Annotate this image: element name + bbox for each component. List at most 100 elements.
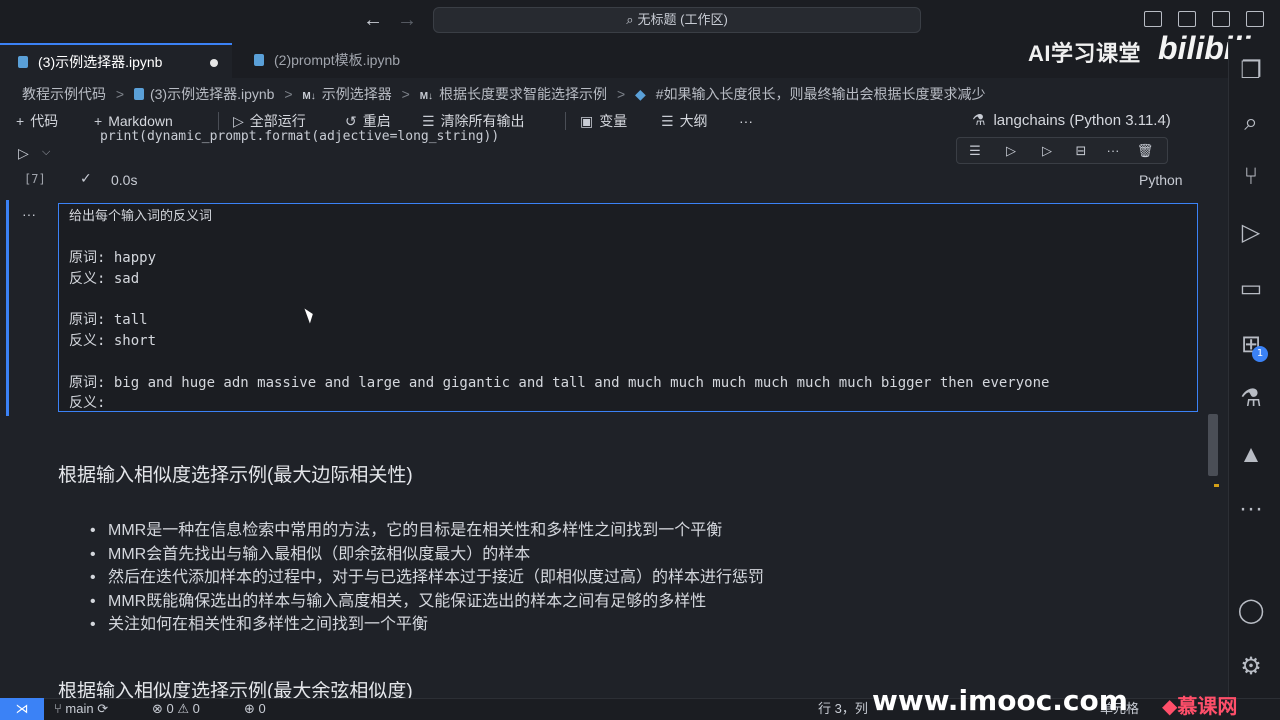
scrollbar-marker xyxy=(1214,484,1219,487)
chevron-right-icon: > xyxy=(284,86,293,102)
play-icon: ▷ xyxy=(233,113,244,129)
search-icon[interactable]: ⌕ xyxy=(1236,108,1266,138)
run-by-line-icon[interactable]: ☰ xyxy=(965,142,985,160)
toggle-panel-icon[interactable] xyxy=(1178,11,1196,27)
add-markdown-button[interactable]: + Markdown xyxy=(94,111,173,131)
clear-outputs-button[interactable]: ☰ 清除所有输出 xyxy=(422,111,525,131)
tab-example-selector[interactable]: (3)示例选择器.ipynb xyxy=(0,43,232,78)
output-line: 给出每个输入词的反义词 xyxy=(69,209,213,224)
source-control-icon[interactable]: ⑂ xyxy=(1236,162,1266,192)
delete-cell-icon[interactable]: 🗑 xyxy=(1135,142,1155,160)
add-code-label: 代码 xyxy=(30,113,59,129)
remote-indicator-icon[interactable]: ⋊ xyxy=(0,698,44,720)
code-line[interactable]: print(dynamic_prompt.format(adjective=lo… xyxy=(100,129,499,144)
list-item: 然后在迭代添加样本的过程中，对于与已选择样本过于接近（即相似度过高）的样本进行惩… xyxy=(90,566,764,590)
markdown-bullet-list: MMR是一种在信息检索中常用的方法，它的目标是在相关性和多样性之间找到一个平衡 … xyxy=(90,519,764,637)
outline-label: 大纲 xyxy=(679,113,708,129)
imooc-logo-icon: ◆ xyxy=(1162,696,1178,718)
tab-prompt-template[interactable]: (2)prompt模板.ipynb xyxy=(236,43,456,78)
ports-icon: ⊕ xyxy=(244,701,259,716)
breadcrumb-file[interactable]: (3)示例选择器.ipynb xyxy=(150,86,274,102)
markdown-icon: M↓ xyxy=(302,91,316,102)
tab-label: (3)示例选择器.ipynb xyxy=(38,54,163,70)
execution-time: 0.0s xyxy=(111,172,138,188)
outline-icon: ☰ xyxy=(661,113,674,129)
markdown-icon: M↓ xyxy=(419,91,434,102)
run-all-label: 全部运行 xyxy=(249,113,306,129)
ports-indicator[interactable]: ⊕ 0 xyxy=(244,700,266,718)
toolbar-divider xyxy=(218,112,219,130)
testing-icon[interactable]: ⚗ xyxy=(1236,384,1266,414)
execute-below-icon[interactable]: ▷ xyxy=(1037,142,1057,160)
run-all-button[interactable]: ▷ 全部运行 xyxy=(233,111,306,131)
add-code-button[interactable]: + 代码 xyxy=(16,111,58,131)
markdown-heading: 根据输入相似度选择示例(最大边际相关性) xyxy=(58,465,413,486)
list-item: MMR会首先找出与输入最相似（即余弦相似度最大）的样本 xyxy=(90,543,764,567)
variables-button[interactable]: ▣ 变量 xyxy=(580,111,627,131)
unsaved-dot-icon[interactable] xyxy=(210,59,218,67)
toolbar-divider xyxy=(565,112,566,130)
scrollbar-thumb[interactable] xyxy=(1208,414,1218,476)
toggle-secondary-sidebar-icon[interactable] xyxy=(1212,11,1230,27)
split-cell-icon[interactable]: ⊟ xyxy=(1071,142,1091,160)
watermark-site: www.imooc.com xyxy=(872,684,1128,717)
sync-icon: ⟳ xyxy=(97,701,109,716)
extensions-icon[interactable]: ⊞ 1 xyxy=(1236,330,1268,362)
notebook-file-icon xyxy=(254,54,264,66)
warning-count: 0 xyxy=(192,701,200,716)
customize-layout-icon[interactable] xyxy=(1246,11,1264,27)
toggle-sidebar-icon[interactable] xyxy=(1144,11,1162,27)
breadcrumb-cell[interactable]: #如果输入长度很长，则最终输出会根据长度要求减少 xyxy=(656,86,986,102)
python-icon: ◆ xyxy=(635,86,646,102)
tab-label: (2)prompt模板.ipynb xyxy=(274,52,401,68)
explorer-icon[interactable]: ❐ xyxy=(1236,56,1266,86)
cell-language[interactable]: Python xyxy=(1139,172,1183,188)
more-icon[interactable]: ··· xyxy=(1103,142,1123,160)
chevron-down-icon[interactable]: ⌵ xyxy=(42,146,50,159)
variables-label: 变量 xyxy=(599,113,628,129)
breadcrumb-folder[interactable]: 教程示例代码 xyxy=(22,86,106,102)
extensions-badge: 1 xyxy=(1252,346,1268,362)
chevron-right-icon: > xyxy=(616,86,626,102)
restart-label: 重启 xyxy=(362,113,391,129)
ports-count: 0 xyxy=(258,701,266,716)
problems-indicator[interactable]: ⊗ 0 ⚠ 0 xyxy=(152,700,200,718)
notebook-file-icon xyxy=(133,88,144,100)
list-item: 关注如何在相关性和多样性之间找到一个平衡 xyxy=(90,613,764,637)
chevron-right-icon: > xyxy=(115,86,125,102)
execute-above-icon[interactable]: ▷ xyxy=(1001,142,1021,160)
azure-icon[interactable]: ▲ xyxy=(1236,440,1266,470)
kernel-icon: ⚗ xyxy=(972,112,986,129)
run-debug-icon[interactable]: ▷ xyxy=(1236,218,1266,248)
command-center-search[interactable]: ⌕ 无标题 (工作区) xyxy=(433,7,921,33)
output-line: 反义: xyxy=(69,395,106,412)
more-actions-button[interactable]: ··· xyxy=(739,111,753,131)
back-arrow-icon[interactable]: ← xyxy=(362,9,384,31)
branch-name: main xyxy=(65,701,94,716)
breadcrumb-subsection[interactable]: 根据长度要求智能选择示例 xyxy=(439,86,607,102)
remote-explorer-icon[interactable]: ▭ xyxy=(1236,274,1266,304)
restart-icon: ↺ xyxy=(345,113,357,129)
output-line: 原词: happy xyxy=(69,250,157,267)
run-cell-icon[interactable]: ▷ xyxy=(18,145,29,162)
outline-button[interactable]: ☰ 大纲 xyxy=(661,111,708,131)
restart-button[interactable]: ↺ 重启 xyxy=(345,111,391,131)
watermark-brand: ◆慕课网 xyxy=(1162,690,1237,719)
settings-gear-icon[interactable]: ⚙ xyxy=(1236,652,1266,682)
warning-icon: ⚠ xyxy=(177,701,193,716)
account-icon[interactable]: ◯ xyxy=(1236,596,1266,626)
cursor-position[interactable]: 行 3，列 xyxy=(818,700,868,718)
output-line: 反义: sad xyxy=(69,271,140,288)
breadcrumb: 教程示例代码 > (3)示例选择器.ipynb > M↓ 示例选择器 > M↓ 根据… xyxy=(22,84,992,104)
more-views-icon[interactable]: ··· xyxy=(1236,494,1266,524)
output-line: 原词: big and huge adn massive and large a… xyxy=(69,374,1050,391)
kernel-picker[interactable]: ⚗ langchains (Python 3.11.4) xyxy=(972,111,1171,129)
forward-arrow-icon[interactable]: → xyxy=(396,9,418,31)
branch-indicator[interactable]: ⑂ main ⟳ xyxy=(54,700,108,718)
plus-icon: + xyxy=(16,113,25,129)
output-more-icon[interactable]: ··· xyxy=(22,206,36,222)
error-icon: ⊗ xyxy=(152,701,167,716)
output-line: 反义: short xyxy=(69,333,157,350)
breadcrumb-section[interactable]: 示例选择器 xyxy=(322,86,392,102)
